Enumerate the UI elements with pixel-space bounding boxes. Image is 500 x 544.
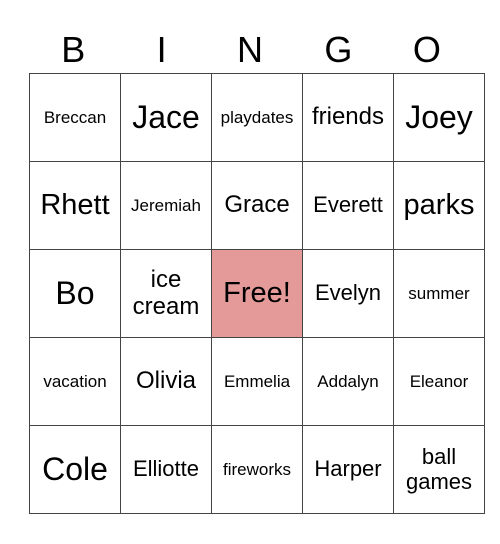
- bingo-cell[interactable]: ball games: [393, 425, 485, 514]
- bingo-cell[interactable]: Jace: [120, 73, 212, 162]
- bingo-cell[interactable]: Elliotte: [120, 425, 212, 514]
- bingo-cell[interactable]: Addalyn: [302, 337, 394, 426]
- bingo-cell[interactable]: summer: [393, 249, 485, 338]
- bingo-cell[interactable]: Rhett: [29, 161, 121, 250]
- bingo-cell[interactable]: fireworks: [211, 425, 303, 514]
- header-letter-i: I: [156, 29, 167, 70]
- bingo-cell[interactable]: Grace: [211, 161, 303, 250]
- bingo-header: B I N G O: [29, 28, 471, 72]
- bingo-cell[interactable]: Breccan: [29, 73, 121, 162]
- bingo-cell[interactable]: parks: [393, 161, 485, 250]
- header-letter-b: B: [61, 29, 86, 70]
- bingo-cell[interactable]: Harper: [302, 425, 394, 514]
- bingo-cell[interactable]: Cole: [29, 425, 121, 514]
- grid-row: vacation Olivia Emmelia Addalyn Eleanor: [29, 337, 485, 426]
- header-letter-o: O: [412, 29, 441, 70]
- bingo-cell[interactable]: playdates: [211, 73, 303, 162]
- bingo-cell[interactable]: Evelyn: [302, 249, 394, 338]
- free-cell[interactable]: Free!: [211, 249, 303, 338]
- bingo-cell[interactable]: Everett: [302, 161, 394, 250]
- bingo-cell[interactable]: friends: [302, 73, 394, 162]
- bingo-cell[interactable]: Jeremiah: [120, 161, 212, 250]
- header-letter-g: G: [324, 29, 353, 70]
- grid-row: Bo ice cream Free! Evelyn summer: [29, 249, 485, 338]
- grid-row: Cole Elliotte fireworks Harper ball game…: [29, 425, 485, 514]
- bingo-cell[interactable]: Bo: [29, 249, 121, 338]
- bingo-cell[interactable]: Emmelia: [211, 337, 303, 426]
- bingo-cell[interactable]: ice cream: [120, 249, 212, 338]
- grid-row: Rhett Jeremiah Grace Everett parks: [29, 161, 485, 250]
- header-letter-n: N: [237, 29, 264, 70]
- bingo-cell[interactable]: Eleanor: [393, 337, 485, 426]
- bingo-cell[interactable]: vacation: [29, 337, 121, 426]
- bingo-cell[interactable]: Olivia: [120, 337, 212, 426]
- bingo-cell[interactable]: Joey: [393, 73, 485, 162]
- grid-row: Breccan Jace playdates friends Joey: [29, 73, 485, 162]
- bingo-grid: Breccan Jace playdates friends Joey Rhet…: [29, 73, 485, 514]
